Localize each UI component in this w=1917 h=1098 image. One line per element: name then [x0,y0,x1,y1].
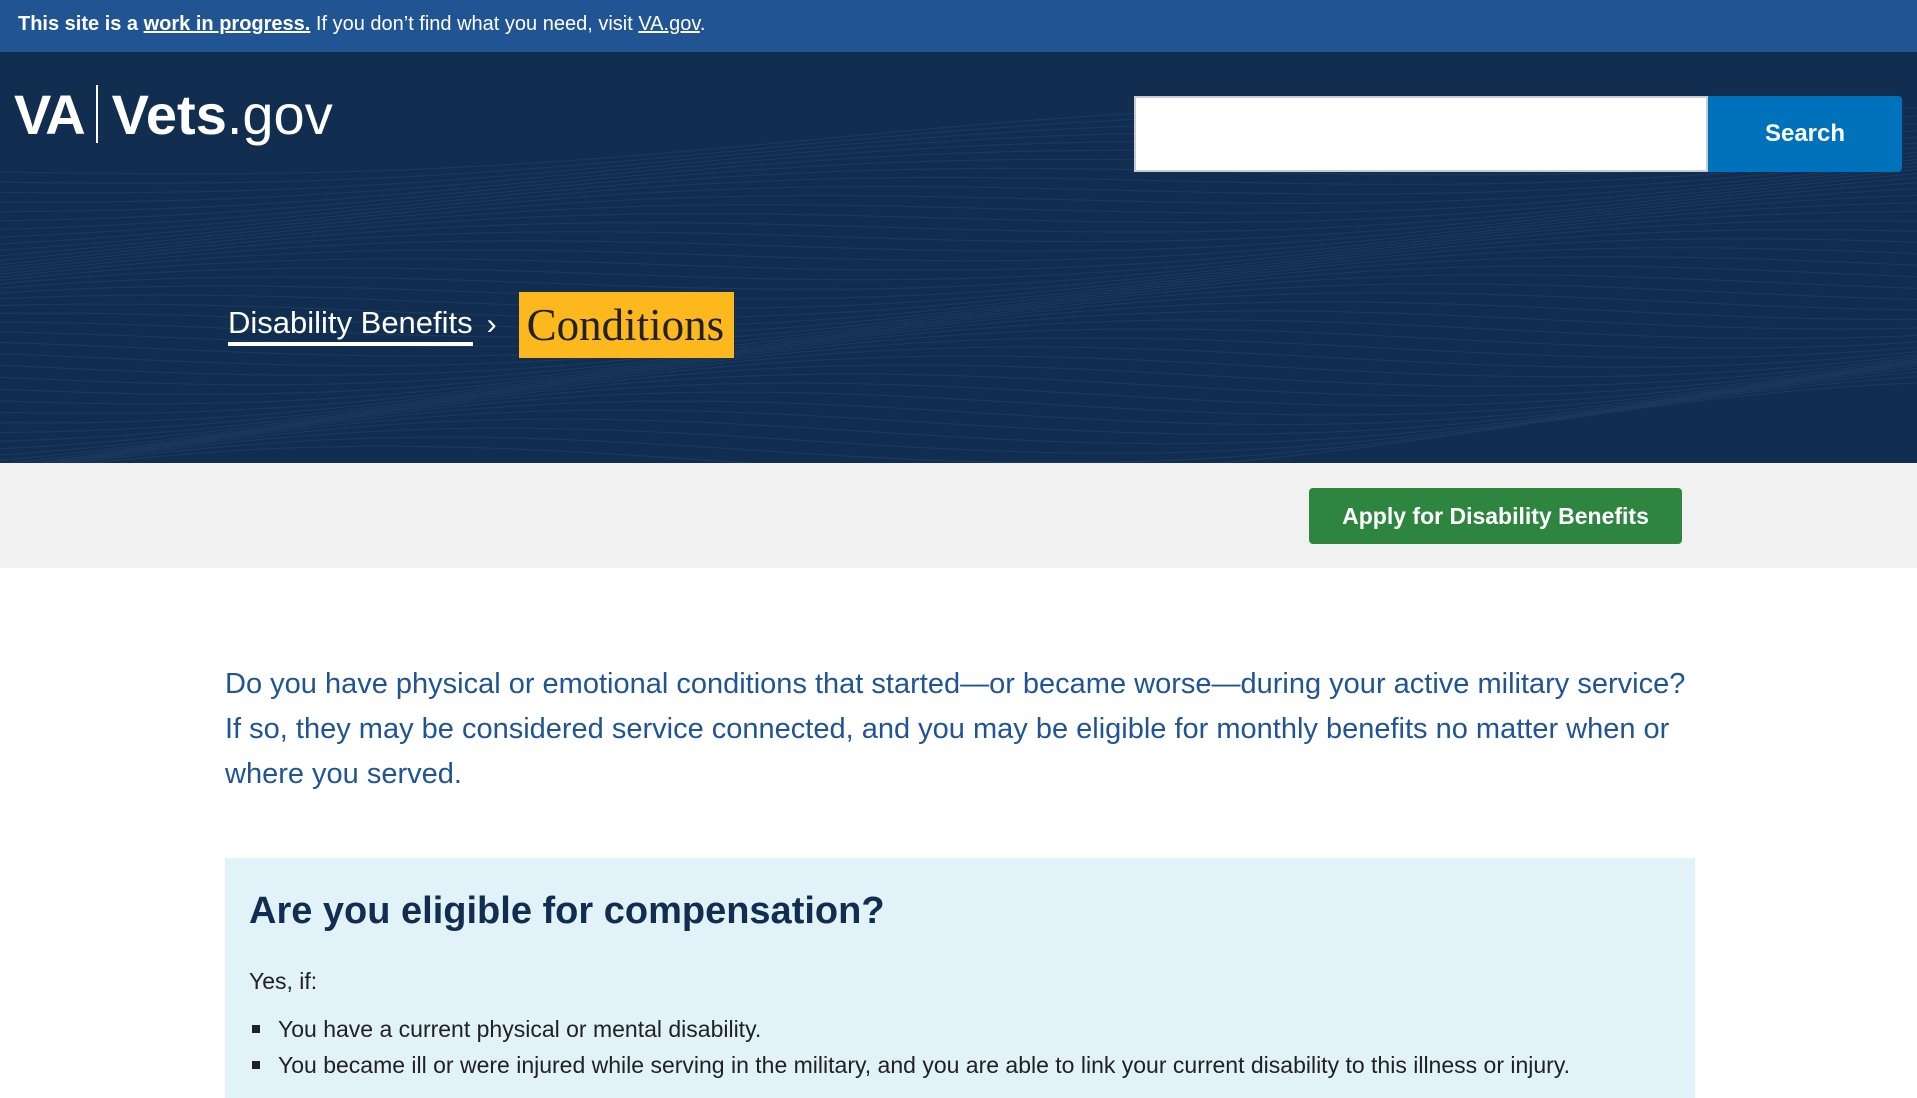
intro-paragraph: Do you have physical or emotional condit… [225,668,1686,790]
notice-prefix: This site is a [18,13,139,35]
apply-for-disability-benefits-button[interactable]: Apply for Disability Benefits [1309,488,1682,544]
wave-line [60,371,1917,463]
breadcrumb: Disability Benefits › Conditions [228,292,735,358]
wave-line [0,211,1917,290]
eligibility-heading: Are you eligible for compensation? [249,890,885,932]
logo-va: VA [14,82,86,146]
logo-vets: Vets [111,82,227,146]
eligibility-callout: Are you eligible for compensation? Yes, … [225,858,1695,1098]
list-item: You became ill or were injured while ser… [252,1047,1671,1083]
list-item: You have a current physical or mental di… [252,1011,1671,1047]
bullet-icon [252,1025,260,1033]
action-band: Apply for Disability Benefits [0,463,1917,568]
logo-divider [95,85,98,143]
logo-gov: .gov [226,82,333,146]
wave-line [51,367,1917,463]
breadcrumb-disability-benefits[interactable]: Disability Benefits [228,304,473,346]
notice-middle: If you don’t find what you need, visit [315,13,633,35]
page-title: Conditions [518,292,735,358]
bullet-icon [252,1061,260,1069]
eligibility-list: You have a current physical or mental di… [249,1011,1671,1083]
list-item-text: You became ill or were injured while ser… [278,1052,1571,1078]
vets-gov-logo[interactable]: VA Vets .gov [14,82,333,146]
site-header: VA Vets .gov Search Disability Benefits ›… [0,52,1917,463]
breadcrumb-separator-icon: › [486,308,497,341]
search-input[interactable] [1134,96,1708,172]
search-button[interactable]: Search [1708,96,1902,172]
eligibility-intro: Yes, if: [249,968,318,994]
va-gov-link[interactable]: VA.gov [638,13,700,35]
work-in-progress-link[interactable]: work in progress. [144,13,311,35]
notice-suffix: . [699,13,706,35]
list-item-text: You have a current physical or mental di… [278,1016,762,1042]
site-notice-banner: This site is a work in progress. If you … [0,0,1917,52]
